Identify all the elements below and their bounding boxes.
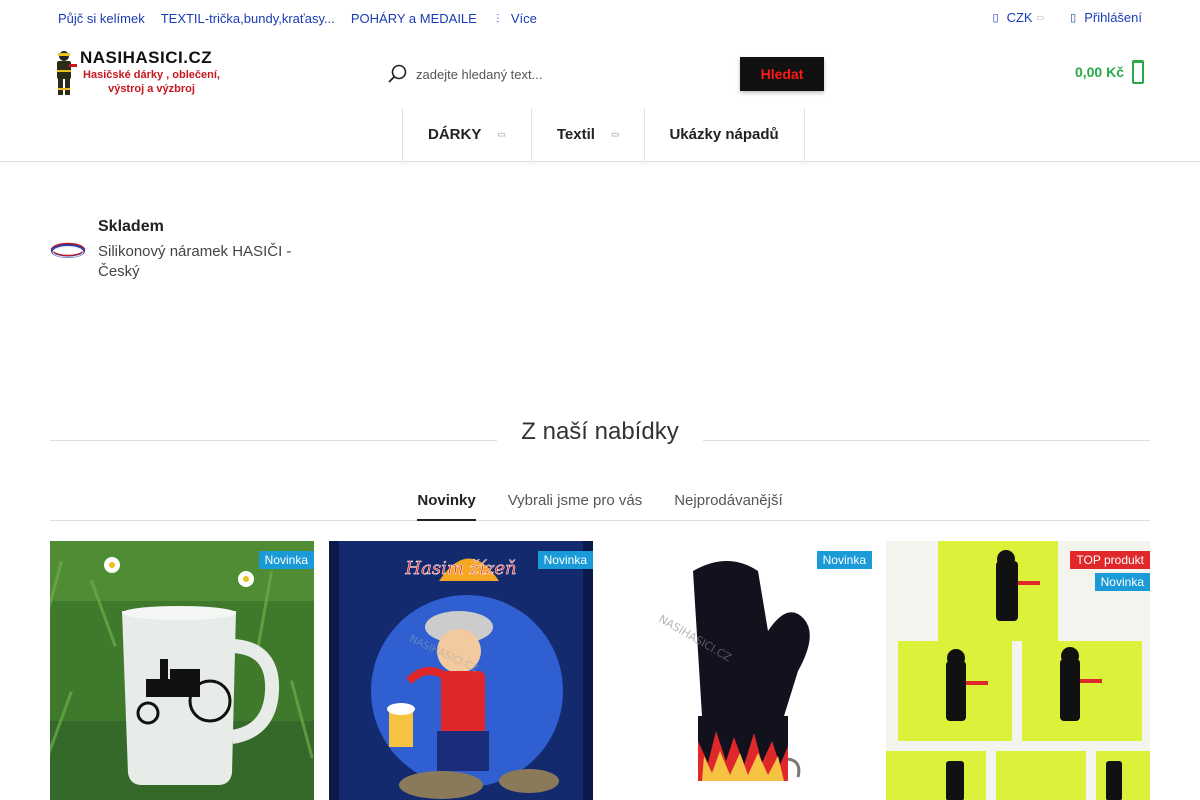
logo-tagline-line-1: Hasičské dárky , oblečení, bbox=[83, 69, 220, 81]
badge-top-product: TOP produkt bbox=[1070, 551, 1150, 569]
section-title: Z naší nabídky bbox=[521, 418, 679, 445]
currency-icon: ▯ bbox=[992, 12, 999, 24]
nav-item-textile[interactable]: Textil ▭ bbox=[532, 108, 646, 161]
nav-item-label: Textil bbox=[556, 126, 595, 143]
product-image-mug bbox=[50, 541, 314, 800]
main-nav: DÁRKY ▭ Textil ▭ Ukázky nápadů bbox=[0, 108, 1200, 162]
search-button[interactable]: Hledat bbox=[740, 57, 824, 91]
stock-status: Skladem bbox=[98, 218, 164, 235]
login-link[interactable]: ▯ Přihlášení bbox=[1070, 10, 1142, 25]
search-input[interactable] bbox=[410, 58, 730, 90]
product-card[interactable]: Novinka bbox=[50, 541, 314, 800]
product-card[interactable]: TOP produkt Novinka bbox=[886, 541, 1150, 800]
currency-label: CZK bbox=[1006, 10, 1033, 25]
top-bar: Půjč si kelímek TEXTIL-trička,bundy,krať… bbox=[0, 0, 1200, 38]
bracelet-thumbnail bbox=[50, 242, 86, 258]
nav-item-label: DÁRKY bbox=[428, 126, 482, 143]
product-tabs: Novinky Vybrali jsme pro vás Nejprodávan… bbox=[0, 492, 1200, 521]
towel-title: Hasim žízeň bbox=[404, 558, 516, 579]
badge-new: Novinka bbox=[258, 551, 314, 569]
logo-tagline-line-2: výstroj a výzbroj bbox=[108, 83, 195, 95]
currency-selector[interactable]: ▯ CZK ▭ bbox=[993, 10, 1045, 25]
top-link-more[interactable]: Více bbox=[511, 11, 537, 26]
cart-total: 0,00 Kč bbox=[1074, 64, 1124, 80]
user-icon: ▯ bbox=[1070, 12, 1077, 24]
login-label: Přihlášení bbox=[1084, 10, 1142, 25]
search-icon bbox=[388, 64, 407, 83]
product-image-towel: Hasim žízeň NASIHASICI.CZ bbox=[329, 541, 593, 800]
search-bar: Hledat bbox=[384, 56, 826, 92]
tab-recommended[interactable]: Vybrali jsme pro vás bbox=[508, 492, 643, 521]
top-link-trophies[interactable]: POHÁRY a MEDAILE bbox=[351, 11, 477, 26]
product-card[interactable]: Hasim žízeň NASIHASICI.CZ Novinka bbox=[329, 541, 593, 800]
cart-icon bbox=[1132, 60, 1144, 84]
cart[interactable]: 0,00 Kč bbox=[1075, 60, 1144, 84]
top-link-textile[interactable]: TEXTIL-trička,bundy,kraťasy... bbox=[161, 11, 335, 26]
badge-new: Novinka bbox=[816, 551, 872, 569]
tab-new[interactable]: Novinky bbox=[417, 492, 476, 521]
top-link-cup-rental[interactable]: Půjč si kelímek bbox=[58, 11, 145, 26]
stock-product-name[interactable]: Silikonový náramek HASIČI - Český bbox=[98, 242, 320, 282]
nav-item-ideas[interactable]: Ukázky nápadů bbox=[645, 108, 805, 161]
product-card[interactable]: NASIHASICI.CZ Novinka bbox=[608, 541, 872, 800]
logo-name: NASIHASICI.CZ bbox=[80, 48, 213, 67]
chevron-down-icon: ▭ bbox=[610, 129, 620, 139]
nav-item-label: Ukázky nápadů bbox=[669, 126, 779, 143]
product-grid: Novinka Hasim žízeň NASIHASICI.CZ Novink… bbox=[50, 541, 1150, 800]
nav-item-gifts[interactable]: DÁRKY ▭ bbox=[403, 108, 532, 161]
firefighter-logo-icon bbox=[57, 51, 77, 95]
top-right-controls: ▯ CZK ▭ ▯ Přihlášení bbox=[993, 10, 1143, 25]
site-logo[interactable]: NASIHASICI.CZ Hasičské dárky , oblečení,… bbox=[50, 48, 225, 100]
logo-tagline: Hasičské dárky , oblečení, výstroj a výz… bbox=[80, 68, 223, 96]
more-icon[interactable]: ⋮ bbox=[493, 13, 503, 24]
chevron-down-icon: ▭ bbox=[1036, 13, 1045, 22]
product-image-oven-mitt: NASIHASICI.CZ bbox=[608, 541, 872, 800]
chevron-down-icon: ▭ bbox=[497, 129, 506, 139]
tab-bestsellers[interactable]: Nejprodávanější bbox=[674, 492, 782, 521]
badge-new: Novinka bbox=[537, 551, 593, 569]
top-links: Půjč si kelímek TEXTIL-trička,bundy,krať… bbox=[58, 11, 553, 26]
badge-new: Novinka bbox=[1094, 573, 1150, 591]
